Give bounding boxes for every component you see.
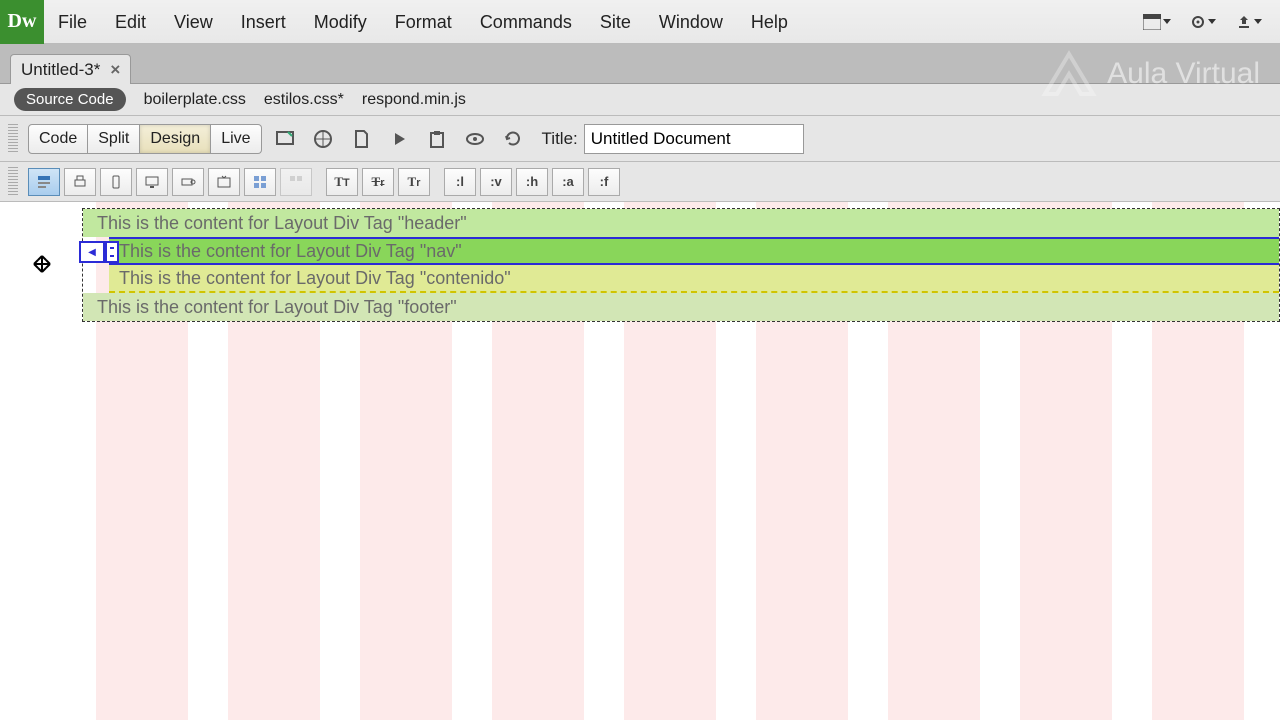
text-size-dec-button[interactable]: Tr [362, 168, 394, 196]
document-tab-label: Untitled-3* [21, 60, 100, 80]
title-label: Title: [542, 129, 578, 149]
refresh-button[interactable] [498, 124, 528, 154]
design-canvas[interactable]: This is the content for Layout Div Tag "… [0, 202, 1280, 720]
file-management-button[interactable] [346, 124, 376, 154]
menu-window[interactable]: Window [645, 0, 737, 44]
related-file[interactable]: respond.min.js [362, 91, 466, 109]
layout-icon [1143, 14, 1161, 30]
text-dec-icon: Tr [372, 174, 385, 190]
menu-insert[interactable]: Insert [227, 0, 300, 44]
element-resize-handle[interactable] [105, 241, 119, 263]
sync-dropdown[interactable] [1234, 9, 1264, 35]
title-input[interactable] [584, 124, 804, 154]
tv-icon [216, 174, 232, 190]
pseudo-hover-button[interactable]: :h [516, 168, 548, 196]
div-contenido-text: This is the content for Layout Div Tag "… [119, 268, 511, 289]
document-tab[interactable]: Untitled-3* × [10, 54, 131, 84]
menu-edit[interactable]: Edit [101, 0, 160, 44]
menu-format[interactable]: Format [381, 0, 466, 44]
layout-container[interactable]: This is the content for Layout Div Tag "… [82, 208, 1280, 322]
sync-icon [1236, 14, 1252, 30]
div-header[interactable]: This is the content for Layout Div Tag "… [83, 209, 1279, 237]
visual-aids-button[interactable] [460, 124, 490, 154]
div-contenido[interactable]: This is the content for Layout Div Tag "… [109, 265, 1279, 293]
div-footer-text: This is the content for Layout Div Tag "… [97, 297, 457, 318]
handheld-media-button[interactable] [100, 168, 132, 196]
styles-icon [36, 174, 52, 190]
pseudo-link-button[interactable]: :l [444, 168, 476, 196]
refresh-icon [503, 129, 523, 149]
related-files-bar: Source Code boilerplate.css estilos.css*… [0, 84, 1280, 116]
play-icon [389, 129, 409, 149]
menu-site[interactable]: Site [586, 0, 645, 44]
disable-css-button[interactable] [280, 168, 312, 196]
toolbar-grip[interactable] [8, 167, 18, 197]
monitor-icon [275, 129, 295, 149]
clipboard-icon [427, 129, 447, 149]
toolbar-grip[interactable] [8, 124, 18, 154]
div-header-text: This is the content for Layout Div Tag "… [97, 213, 467, 234]
layout-dropdown[interactable] [1142, 9, 1172, 35]
eye-icon [465, 129, 485, 149]
screen-media-button[interactable] [136, 168, 168, 196]
view-code-button[interactable]: Code [28, 124, 88, 154]
app-logo: Dw [0, 0, 44, 44]
text-reset-button[interactable]: Tr [398, 168, 430, 196]
document-toolbar: Code Split Design Live Title: [0, 116, 1280, 162]
menu-commands[interactable]: Commands [466, 0, 586, 44]
css-toolbar: TT Tr Tr :l :v :h :a :f [0, 162, 1280, 202]
source-code-pill[interactable]: Source Code [14, 88, 126, 111]
element-anchor-handle[interactable] [79, 241, 105, 263]
text-inc-icon: TT [334, 174, 349, 190]
design-time-button[interactable] [244, 168, 276, 196]
print-media-button[interactable] [64, 168, 96, 196]
file-icon [351, 129, 371, 149]
gear-icon [1190, 14, 1206, 30]
validate-button[interactable] [384, 124, 414, 154]
grid-icon [252, 174, 268, 190]
text-reset-icon: Tr [408, 174, 421, 190]
check-page-button[interactable] [422, 124, 452, 154]
related-file[interactable]: estilos.css* [264, 91, 344, 109]
div-nav[interactable]: This is the content for Layout Div Tag "… [109, 237, 1279, 265]
div-nav-text: This is the content for Layout Div Tag "… [119, 241, 462, 262]
pseudo-visited-button[interactable]: :v [480, 168, 512, 196]
related-file[interactable]: boilerplate.css [144, 91, 246, 109]
monitor-icon [144, 174, 160, 190]
pseudo-active-button[interactable]: :a [552, 168, 584, 196]
menu-view[interactable]: View [160, 0, 227, 44]
resize-cursor-icon [30, 252, 54, 276]
view-live-button[interactable]: Live [211, 124, 261, 154]
globe-icon [313, 129, 333, 149]
projection-media-button[interactable] [172, 168, 204, 196]
phone-icon [108, 174, 124, 190]
menu-help[interactable]: Help [737, 0, 802, 44]
preview-browser-button[interactable] [308, 124, 338, 154]
close-tab-icon[interactable]: × [110, 60, 120, 80]
text-size-inc-button[interactable]: TT [326, 168, 358, 196]
css-styles-button[interactable] [28, 168, 60, 196]
pseudo-focus-button[interactable]: :f [588, 168, 620, 196]
menu-modify[interactable]: Modify [300, 0, 381, 44]
document-tabbar: Untitled-3* × [0, 44, 1280, 84]
menu-file[interactable]: File [44, 0, 101, 44]
projector-icon [180, 174, 196, 190]
print-icon [72, 174, 88, 190]
menubar: Dw File Edit View Insert Modify Format C… [0, 0, 1280, 44]
view-design-button[interactable]: Design [140, 124, 211, 154]
tv-media-button[interactable] [208, 168, 240, 196]
block-icon [288, 174, 304, 190]
live-view-button[interactable] [270, 124, 300, 154]
view-split-button[interactable]: Split [88, 124, 140, 154]
settings-dropdown[interactable] [1188, 9, 1218, 35]
div-footer[interactable]: This is the content for Layout Div Tag "… [83, 293, 1279, 321]
